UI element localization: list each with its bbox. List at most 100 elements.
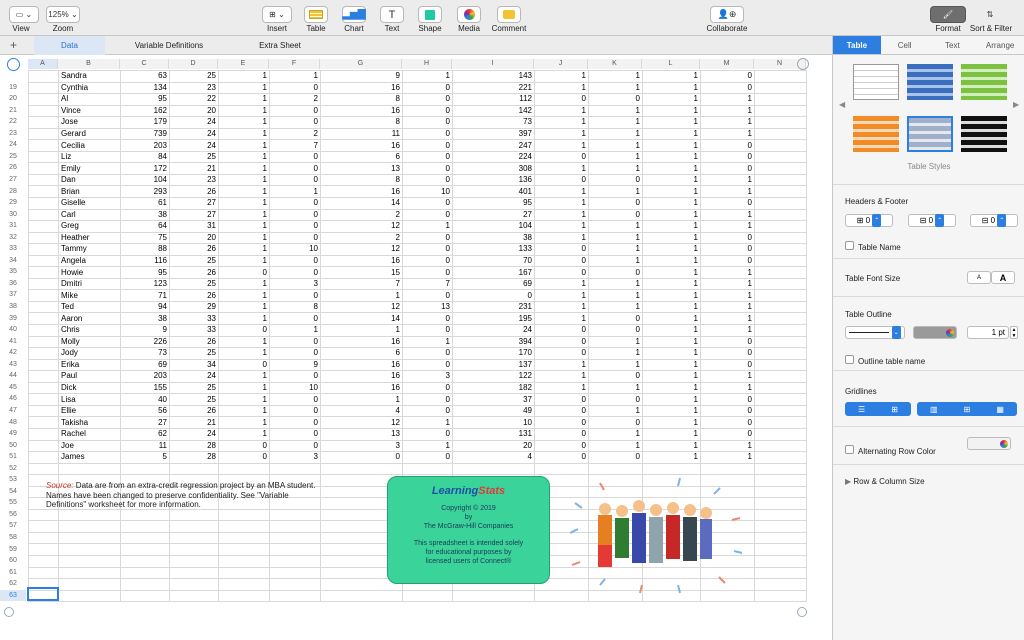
table-cell[interactable]: Erika — [58, 358, 121, 372]
table-cell[interactable]: 10 — [269, 243, 321, 256]
table-cell[interactable]: 224 — [452, 150, 535, 164]
style-swatch-5[interactable] — [907, 116, 953, 152]
table-cell[interactable]: 1 — [588, 439, 643, 453]
table-cell[interactable] — [169, 531, 219, 545]
table-cell[interactable]: 1 — [642, 266, 701, 279]
table-cell[interactable]: 0 — [534, 404, 589, 418]
table-cell[interactable]: 25 — [169, 70, 219, 83]
table-cell[interactable] — [120, 543, 170, 556]
table-cell[interactable]: 1 — [218, 254, 270, 268]
table-handle-icon[interactable] — [7, 58, 20, 71]
table-cell[interactable]: 1 — [642, 416, 701, 429]
header-rows-control[interactable]: ⊞ 0 ⌃ — [845, 214, 893, 227]
table-cell[interactable]: 122 — [452, 370, 535, 383]
table-cell[interactable]: 13 — [320, 162, 403, 175]
table-cell[interactable]: 1 — [218, 243, 270, 256]
table-cell[interactable] — [28, 243, 59, 256]
table-cell[interactable]: 1 — [534, 116, 589, 129]
table-cell[interactable]: 16 — [320, 185, 403, 198]
table-cell[interactable] — [754, 462, 807, 476]
table-cell[interactable] — [28, 104, 59, 118]
table-cell[interactable]: 26 — [169, 335, 219, 349]
table-cell[interactable] — [58, 531, 121, 545]
table-cell[interactable]: 24 — [169, 370, 219, 383]
table-cell[interactable] — [28, 393, 59, 406]
table-cell[interactable]: 1 — [402, 220, 453, 233]
table-cell[interactable]: Mike — [58, 289, 121, 302]
table-cell[interactable]: 1 — [642, 220, 701, 233]
table-cell[interactable]: 1 — [534, 81, 589, 95]
table-cell[interactable]: 1 — [642, 381, 701, 395]
table-cell[interactable]: 1 — [534, 185, 589, 198]
table-cell[interactable]: 7 — [320, 277, 403, 291]
table-cell[interactable] — [754, 139, 807, 152]
table-cell[interactable] — [754, 451, 807, 464]
table-cell[interactable]: 0 — [534, 393, 589, 406]
table-cell[interactable]: 143 — [452, 70, 535, 83]
table-cell[interactable]: 95 — [120, 266, 170, 279]
table-cell[interactable] — [120, 531, 170, 545]
table-cell[interactable]: 1 — [588, 81, 643, 95]
table-cell[interactable]: 84 — [120, 150, 170, 164]
table-cell[interactable]: 24 — [169, 127, 219, 141]
table-cell[interactable]: 4 — [320, 404, 403, 418]
table-cell[interactable]: 1 — [700, 266, 755, 279]
table-cell[interactable]: 0 — [534, 439, 589, 453]
table-cell[interactable]: 1 — [588, 127, 643, 141]
table-cell[interactable]: 1 — [534, 139, 589, 152]
table-cell[interactable]: Angela — [58, 254, 121, 268]
table-cell[interactable]: 88 — [120, 243, 170, 256]
table-cell[interactable]: 1 — [320, 289, 403, 302]
table-cell[interactable]: 0 — [700, 231, 755, 245]
text-button[interactable]: T — [380, 6, 404, 23]
table-cell[interactable] — [169, 462, 219, 476]
table-cell[interactable]: 1 — [588, 139, 643, 152]
table-cell[interactable]: 1 — [642, 404, 701, 418]
table-cell[interactable]: 16 — [320, 139, 403, 152]
row-number[interactable]: 20 — [0, 93, 26, 105]
table-cell[interactable]: 38 — [120, 312, 170, 326]
table-cell[interactable]: 10 — [269, 381, 321, 395]
table-cell[interactable]: 20 — [169, 231, 219, 245]
table-cell[interactable]: 112 — [452, 93, 535, 106]
table-cell[interactable] — [269, 520, 321, 533]
table-cell[interactable]: 13 — [402, 300, 453, 314]
table-cell[interactable]: 0 — [402, 324, 453, 337]
table-cell[interactable]: 16 — [320, 381, 403, 395]
styles-prev-icon[interactable]: ◀ — [839, 100, 845, 109]
table-cell[interactable]: 12 — [320, 220, 403, 233]
table-cell[interactable]: 12 — [320, 300, 403, 314]
table-cell[interactable]: 1 — [642, 324, 701, 337]
table-cell[interactable] — [754, 427, 807, 441]
table-cell[interactable] — [754, 289, 807, 302]
column-header[interactable]: J — [534, 59, 588, 69]
table-cell[interactable]: 38 — [120, 208, 170, 222]
style-swatch-1[interactable] — [853, 64, 899, 100]
table-cell[interactable] — [28, 520, 59, 533]
table-cell[interactable]: Giselle — [58, 197, 121, 210]
table-cell[interactable]: 397 — [452, 127, 535, 141]
header-cols-stepper[interactable]: ⌃ — [935, 214, 945, 227]
table-cell[interactable]: 1 — [700, 173, 755, 187]
row-number[interactable]: 45 — [0, 382, 26, 394]
table-cell[interactable]: Paul — [58, 370, 121, 383]
table-cell[interactable]: 62 — [120, 427, 170, 441]
row-number[interactable]: 53 — [0, 474, 26, 486]
table-cell[interactable]: 116 — [120, 254, 170, 268]
table-cell[interactable]: 0 — [269, 404, 321, 418]
table-cell[interactable]: Gerard — [58, 127, 121, 141]
row-number[interactable]: 58 — [0, 532, 26, 544]
table-cell[interactable]: 1 — [642, 197, 701, 210]
style-swatch-6[interactable] — [961, 116, 1007, 152]
table-cell[interactable]: 1 — [642, 93, 701, 106]
table-cell[interactable]: 1 — [642, 335, 701, 349]
table-cell[interactable]: 0 — [269, 370, 321, 383]
table-cell[interactable]: 25 — [169, 150, 219, 164]
table-cell[interactable]: Sandra — [58, 70, 121, 83]
table-cell[interactable] — [754, 416, 807, 429]
table-cell[interactable]: 25 — [169, 277, 219, 291]
table-cell[interactable]: 0 — [402, 358, 453, 372]
table-cell[interactable] — [754, 358, 807, 372]
table-cell[interactable]: 0 — [700, 70, 755, 83]
column-header[interactable]: L — [642, 59, 700, 69]
